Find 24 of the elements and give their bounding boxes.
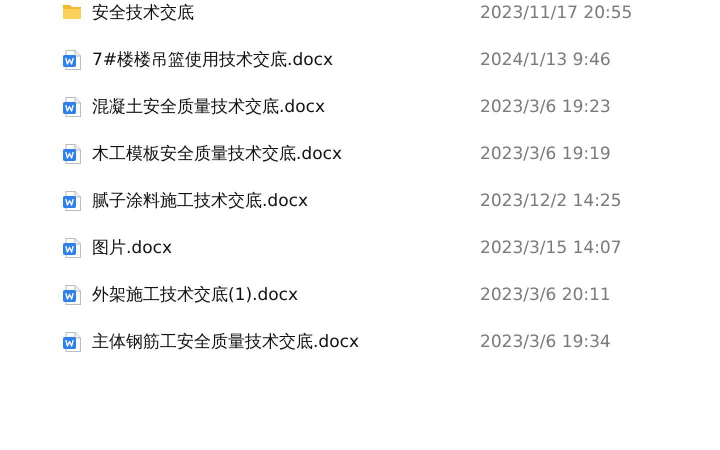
modified-date: 2023/3/6 19:23 (480, 96, 611, 116)
file-name[interactable]: 腻子涂料施工技术交底.docx (92, 189, 480, 212)
word-document-icon (63, 190, 81, 210)
file-name[interactable]: 木工模板安全质量技术交底.docx (92, 142, 480, 165)
file-name[interactable]: 7#楼楼吊篮使用技术交底.docx (92, 48, 480, 71)
file-name[interactable]: 混凝土安全质量技术交底.docx (92, 95, 480, 118)
file-name[interactable]: 安全技术交底 (92, 1, 480, 24)
modified-date: 2023/12/2 14:25 (480, 190, 622, 210)
modified-date: 2023/11/17 20:55 (480, 2, 632, 22)
file-name[interactable]: 图片.docx (92, 236, 480, 259)
modified-date: 2023/3/6 20:11 (480, 284, 611, 304)
word-document-icon (63, 144, 81, 164)
word-document-icon (63, 284, 81, 304)
modified-date: 2023/3/6 19:34 (480, 332, 611, 352)
word-document-icon (63, 238, 81, 258)
modified-date: 2023/3/6 19:19 (480, 144, 611, 164)
modified-date: 2023/3/15 14:07 (480, 238, 622, 258)
file-name[interactable]: 主体钢筋工安全质量技术交底.docx (92, 330, 480, 353)
file-name[interactable]: 外架施工技术交底(1).docx (92, 283, 480, 306)
folder-icon (63, 2, 81, 18)
word-document-icon (63, 50, 81, 70)
word-document-icon (63, 332, 81, 352)
word-document-icon (63, 96, 81, 116)
modified-date: 2024/1/13 9:46 (480, 50, 611, 70)
